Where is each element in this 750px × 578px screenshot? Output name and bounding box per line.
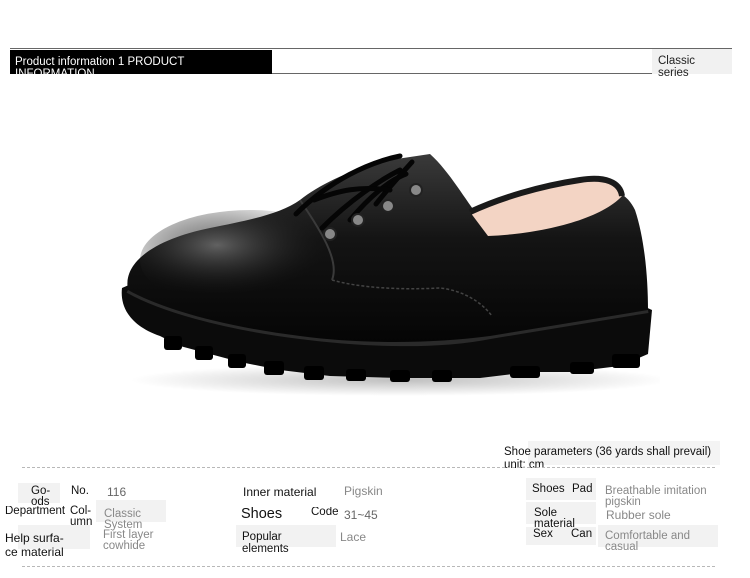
no-value: 116 — [107, 485, 127, 499]
no-label: No. — [71, 485, 89, 497]
inner-material-value: Pigskin — [344, 484, 383, 498]
goods-label: Go-ods — [31, 485, 51, 508]
table-bottom-divider — [22, 566, 715, 567]
sole-material-label: Sole material — [534, 507, 575, 530]
column-label: Col-umn — [70, 505, 93, 528]
shoes-code-label: Shoes — [241, 506, 283, 522]
table-top-divider — [22, 467, 715, 468]
sole-material-value: Rubber sole — [606, 508, 671, 522]
inner-material-label: Inner material — [243, 485, 317, 499]
can-value: Comfortable and casual — [605, 530, 691, 553]
code-label: Code — [311, 507, 339, 518]
column-value: Classic System — [104, 508, 143, 531]
sex-label: Sex — [533, 528, 553, 540]
help-surface-material-label: Help surfa-ce material — [5, 531, 64, 559]
shoes-pad-label: Shoes — [532, 483, 565, 495]
help-surface-material-value: First layer cowhide — [103, 529, 154, 552]
popular-elements-label: Popular elements — [242, 531, 289, 555]
header-series: Classic series — [658, 55, 696, 79]
pad-value: Breathable imitation pigskin — [605, 485, 707, 508]
can-label: Can — [571, 528, 593, 540]
product-shoe-image — [121, 153, 660, 396]
department-label: Department — [5, 506, 66, 517]
header-title: Product information 1 PRODUCT INFORMATIO… — [15, 56, 185, 74]
shoe-params-note: Shoe parameters (36 yards shall prevail)… — [504, 446, 712, 471]
popular-elements-value: Lace — [340, 530, 367, 544]
code-value: 31~45 — [344, 508, 378, 522]
pad-label: Pad — [572, 483, 593, 495]
